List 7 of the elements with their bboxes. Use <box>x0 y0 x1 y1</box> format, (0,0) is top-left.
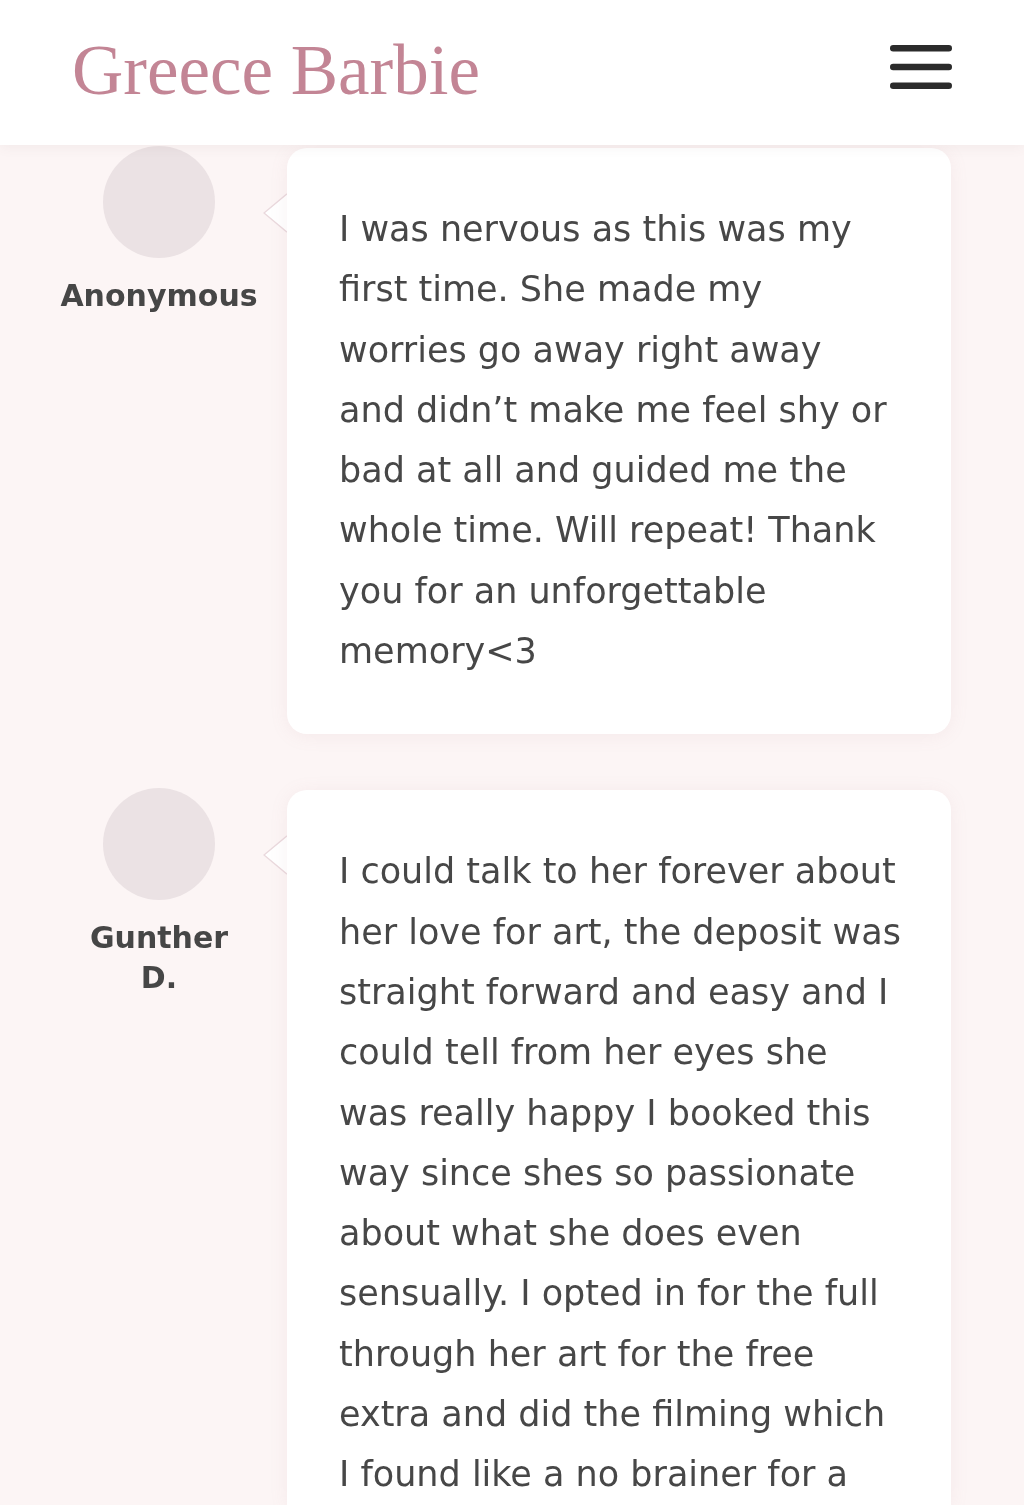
review-text: I was nervous as this was my first time. She made my worries go away right away and didn’t make me feel shy or bad at all and guided me the whole time. Will repeat! Thank you for an unforgettable memory<3 <box>339 208 887 674</box>
review-text: I could talk to her forever about her love for art, the deposit was straight forward and easy and I could tell from her eyes she was really happy I booked this way since shes so passionate about what she does even sensually. I opted in for the full through her art for the free extra and did the filming which I found like a no brainer for a <box>339 850 901 1497</box>
reviewer-name: Gunther D. <box>89 919 229 998</box>
site-logo[interactable]: Greece Barbie <box>72 35 480 106</box>
menu-button[interactable] <box>890 44 952 89</box>
reviewer-name: Anonymous <box>60 277 258 315</box>
menu-icon <box>890 44 952 89</box>
